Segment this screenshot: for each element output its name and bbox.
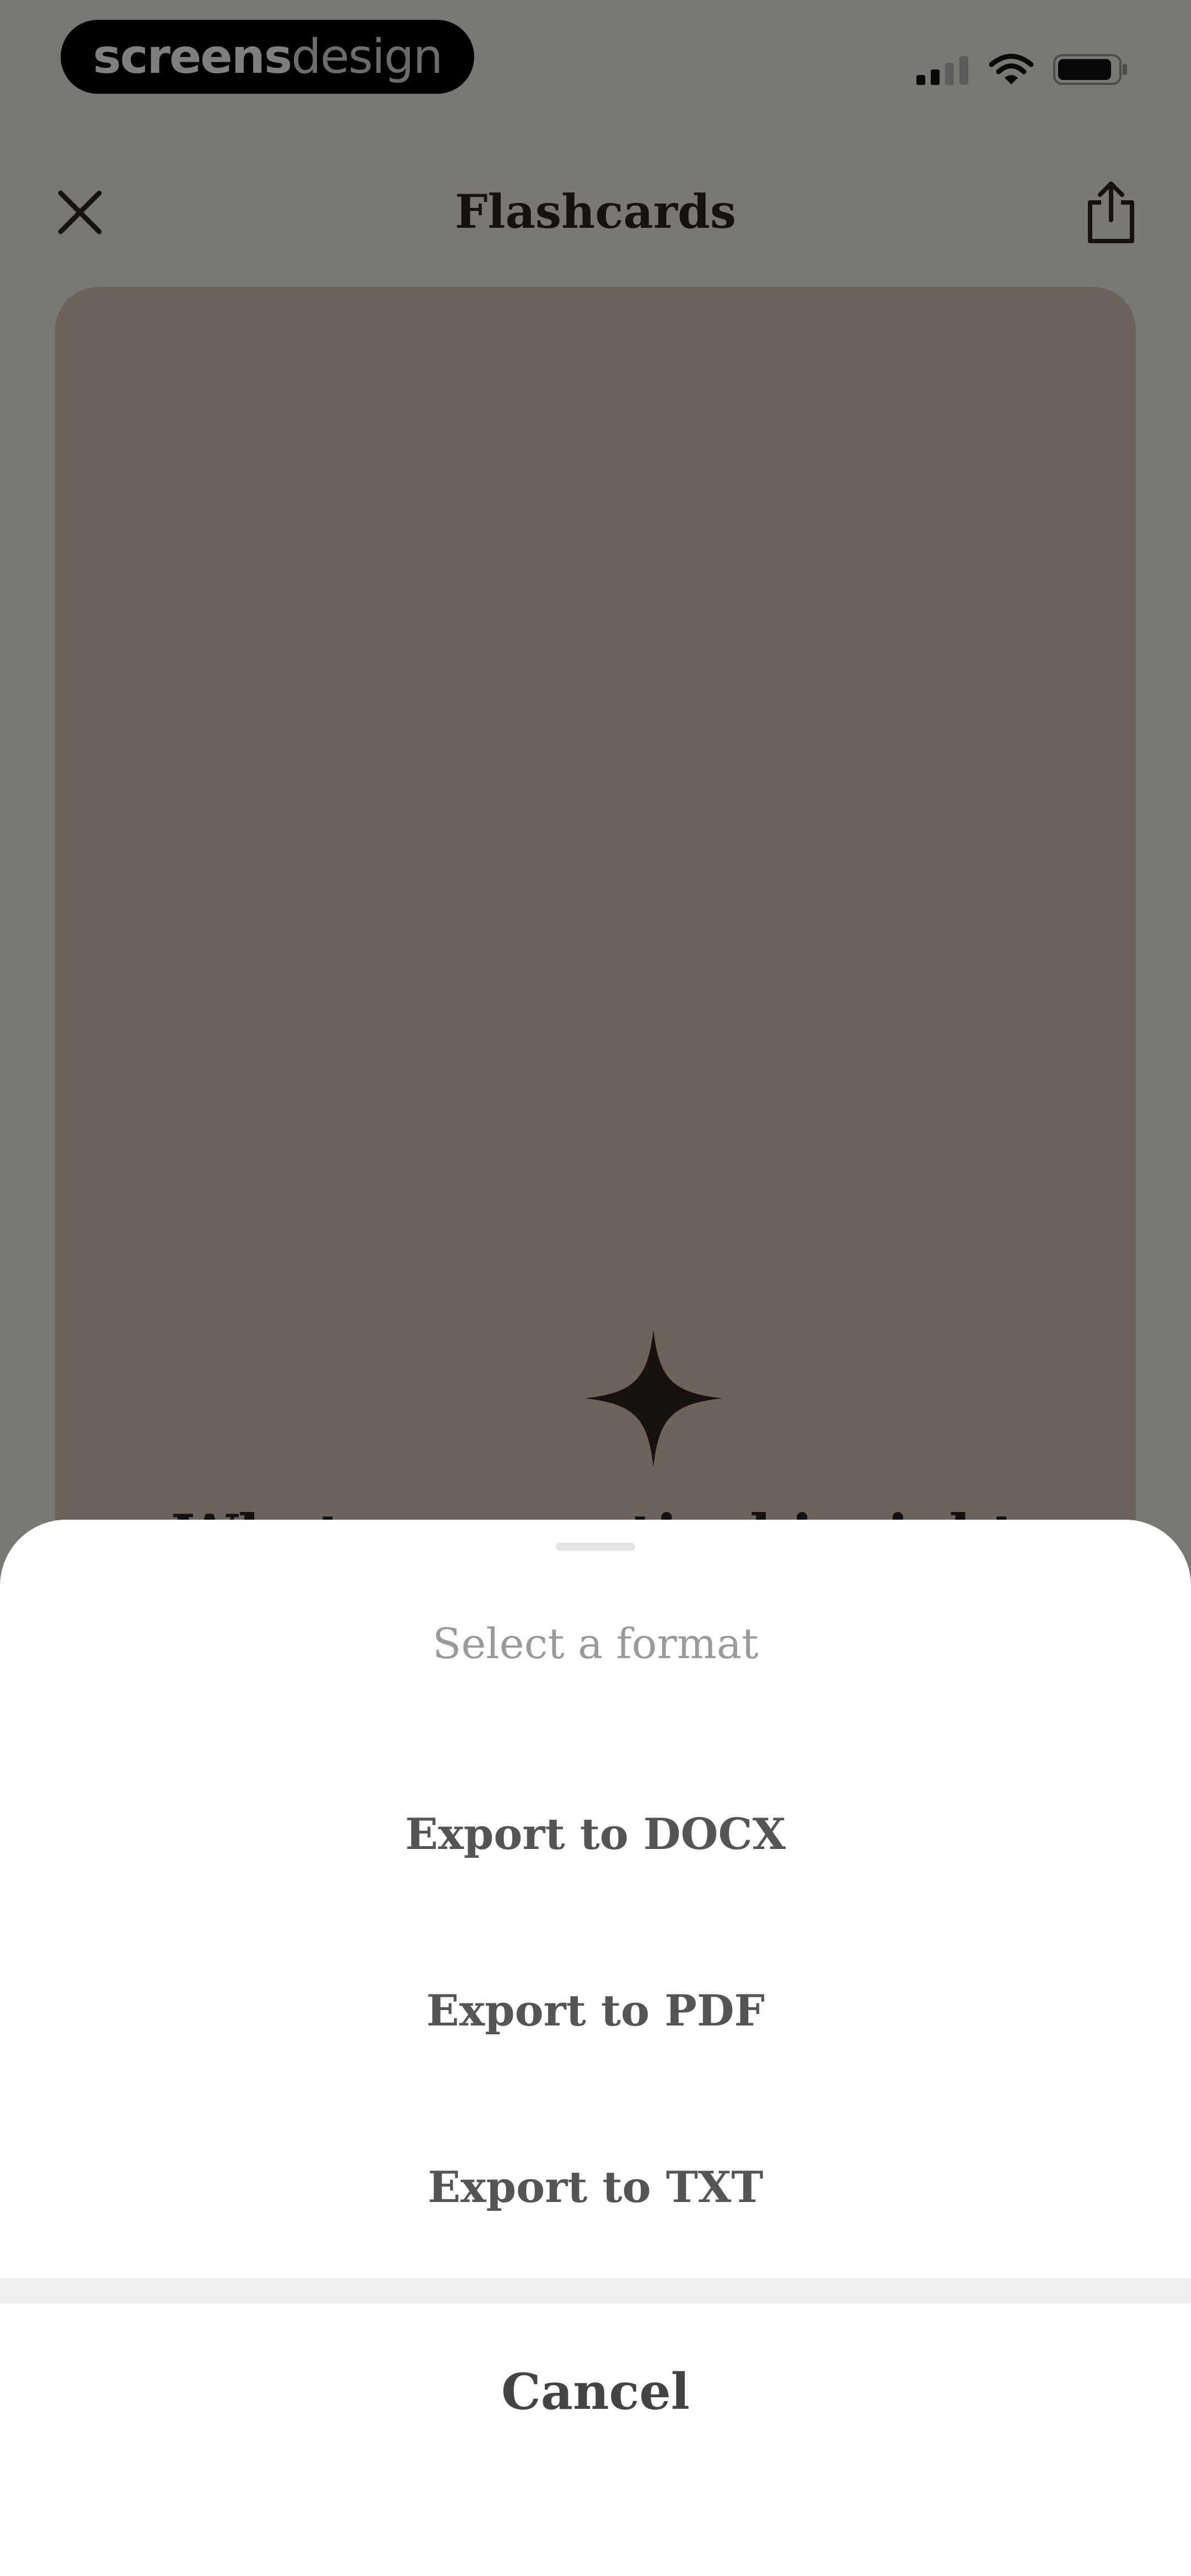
export-pdf-button[interactable]: Export to PDF [0, 1922, 1191, 2099]
sheet-grabber[interactable] [556, 1543, 635, 1551]
export-docx-button[interactable]: Export to DOCX [0, 1746, 1191, 1922]
cancel-button[interactable]: Cancel [0, 2304, 1191, 2480]
sheet-divider [0, 2278, 1191, 2304]
export-txt-button[interactable]: Export to TXT [0, 2099, 1191, 2275]
screen: screensdesign [0, 0, 1191, 2576]
sheet-title: Select a format [432, 1619, 759, 1668]
